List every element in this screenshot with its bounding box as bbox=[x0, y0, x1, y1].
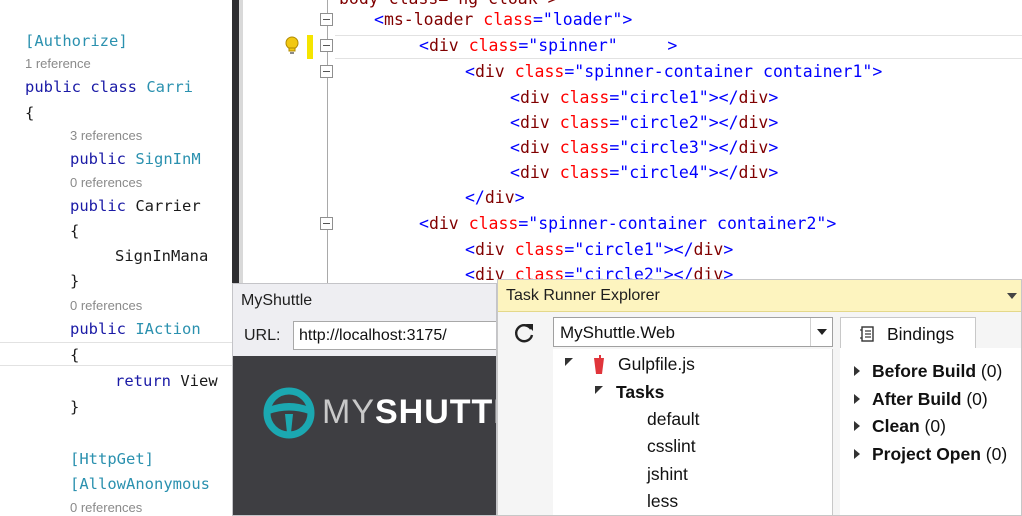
url-label: URL: bbox=[244, 327, 281, 344]
csharp-editor[interactable]: [Authorize] 1 reference public class Car… bbox=[0, 0, 232, 516]
type-name: IAction bbox=[135, 320, 201, 338]
code-line: <div class="circle1"></div> bbox=[510, 88, 779, 107]
code-line: { bbox=[70, 222, 80, 240]
project-select-value: MyShuttle.Web bbox=[560, 323, 675, 342]
code-line: public SignInM bbox=[70, 149, 201, 169]
bindings-icon bbox=[860, 326, 874, 342]
attr-value: "circle1" bbox=[619, 88, 709, 107]
attr-value: "circle4" bbox=[619, 163, 709, 182]
tag-name: div bbox=[484, 188, 515, 207]
code-line: <div class="spinner-container container1… bbox=[465, 62, 883, 81]
tree-item-tasks[interactable]: Tasks bbox=[616, 382, 664, 403]
keyword: public bbox=[70, 320, 136, 338]
code-line: public IAction bbox=[70, 319, 201, 339]
chevron-down-icon[interactable] bbox=[810, 318, 832, 346]
project-select[interactable]: MyShuttle.Web bbox=[553, 317, 833, 347]
tool-window-titlebar[interactable]: Task Runner Explorer bbox=[498, 280, 1021, 312]
code-line: <div class="spinner-container container2… bbox=[419, 214, 837, 233]
steering-wheel-logo-icon bbox=[263, 387, 315, 439]
attr-name: class bbox=[514, 62, 565, 81]
expand-arrow-icon[interactable] bbox=[565, 358, 573, 366]
attr-value: "spinner-container container2" bbox=[528, 214, 827, 233]
code-line: SignInMana bbox=[115, 247, 209, 265]
code-line: } bbox=[70, 398, 80, 416]
window-options-chevron-icon[interactable] bbox=[1007, 293, 1017, 299]
code-line: <div class="circle2"></div> bbox=[510, 113, 779, 132]
expand-arrow-icon[interactable] bbox=[854, 394, 860, 404]
tree-item-task[interactable]: jshint bbox=[647, 464, 688, 485]
expand-arrow-icon[interactable] bbox=[854, 366, 860, 376]
refresh-icon[interactable] bbox=[513, 321, 537, 345]
identifier: Carrier bbox=[135, 197, 201, 215]
browser-preview-window[interactable]: MyShuttle URL: MYSHUTTLE bbox=[232, 283, 497, 516]
code-line: [Authorize] bbox=[25, 32, 128, 50]
tag-name: div bbox=[428, 214, 459, 233]
keyword: public bbox=[70, 150, 136, 168]
bindings-panel: Before Build (0) After Build (0) Clean (… bbox=[840, 348, 1021, 515]
tab-bindings-label: Bindings bbox=[887, 324, 955, 344]
code-line: <div class="circle3"></div> bbox=[510, 138, 779, 157]
collapse-icon[interactable] bbox=[320, 217, 333, 230]
codelens-references[interactable]: 0 references bbox=[70, 175, 142, 191]
tag-close: > bbox=[667, 36, 678, 55]
attr-value: "circle2" bbox=[619, 113, 709, 132]
codelens-references[interactable]: 3 references bbox=[70, 128, 142, 144]
tab-bindings[interactable]: Bindings bbox=[840, 317, 976, 349]
tree-item-task[interactable]: less bbox=[647, 491, 678, 512]
codelens-references[interactable]: 0 references bbox=[70, 500, 142, 516]
code-line: { bbox=[70, 346, 80, 364]
attr-name: class bbox=[468, 214, 519, 233]
type-name: Carri bbox=[146, 78, 193, 96]
codelens-references[interactable]: 0 references bbox=[70, 298, 142, 314]
code-line: [HttpGet] bbox=[70, 450, 154, 468]
tag-name: ms-loader bbox=[383, 10, 474, 29]
code-line: public class Carri bbox=[25, 77, 193, 97]
task-tree[interactable]: Gulpfile.js Tasks default csslint jshint… bbox=[553, 349, 833, 515]
code-line: return View bbox=[115, 371, 218, 391]
url-input[interactable] bbox=[293, 321, 496, 350]
site-preview: MYSHUTTLE bbox=[233, 356, 496, 515]
code-line: { bbox=[25, 104, 35, 122]
code-line: } bbox=[70, 272, 80, 290]
change-marker bbox=[307, 35, 313, 59]
identifier: View bbox=[180, 372, 218, 390]
expand-arrow-icon[interactable] bbox=[854, 421, 860, 431]
current-line-highlight bbox=[0, 342, 232, 366]
keyword: public bbox=[70, 197, 136, 215]
code-line: <div class="circle4"></div> bbox=[510, 163, 779, 182]
attr-name: class bbox=[468, 36, 519, 55]
expand-arrow-icon[interactable] bbox=[595, 386, 603, 394]
collapse-icon[interactable] bbox=[320, 39, 333, 52]
type-name: SignInM bbox=[135, 150, 201, 168]
task-runner-explorer[interactable]: Task Runner Explorer MyShuttle.Web Gulpf… bbox=[497, 279, 1022, 516]
attr-value: "loader" bbox=[542, 10, 623, 29]
tool-window-title: Task Runner Explorer bbox=[506, 287, 660, 304]
attr-value: "circle1" bbox=[574, 240, 664, 259]
site-logo-text: MYSHUTTLE bbox=[322, 393, 496, 431]
code-line: <div class="circle1"></div> bbox=[465, 240, 734, 259]
gulp-icon bbox=[594, 355, 604, 374]
code-line: public Carrier bbox=[70, 196, 201, 216]
tree-item-gulpfile[interactable]: Gulpfile.js bbox=[618, 354, 695, 375]
collapse-icon[interactable] bbox=[320, 13, 333, 26]
code-line: </div> bbox=[465, 188, 525, 207]
keyword: public class bbox=[25, 78, 147, 96]
tree-item-task[interactable]: default bbox=[647, 409, 700, 430]
code-line: <ms-loader class="loader"> bbox=[374, 10, 633, 29]
lightbulb-icon[interactable] bbox=[285, 36, 299, 56]
codelens-references[interactable]: 1 reference bbox=[25, 56, 91, 72]
tag-name: div bbox=[428, 36, 459, 55]
attr-value: "spinner" bbox=[528, 36, 618, 55]
expand-arrow-icon[interactable] bbox=[854, 449, 860, 459]
window-title: MyShuttle bbox=[241, 292, 313, 309]
attr-name: class bbox=[483, 10, 533, 29]
keyword: return bbox=[115, 372, 181, 390]
collapse-icon[interactable] bbox=[320, 65, 333, 78]
attr-value: "circle3" bbox=[619, 138, 709, 157]
code-line: <div class="spinner" > bbox=[419, 36, 678, 55]
tree-item-task[interactable]: csslint bbox=[647, 436, 696, 457]
attr-value: "spinner-container container1" bbox=[574, 62, 873, 81]
code-line: [AllowAnonymous bbox=[70, 475, 210, 493]
tag-name: div bbox=[474, 62, 505, 81]
